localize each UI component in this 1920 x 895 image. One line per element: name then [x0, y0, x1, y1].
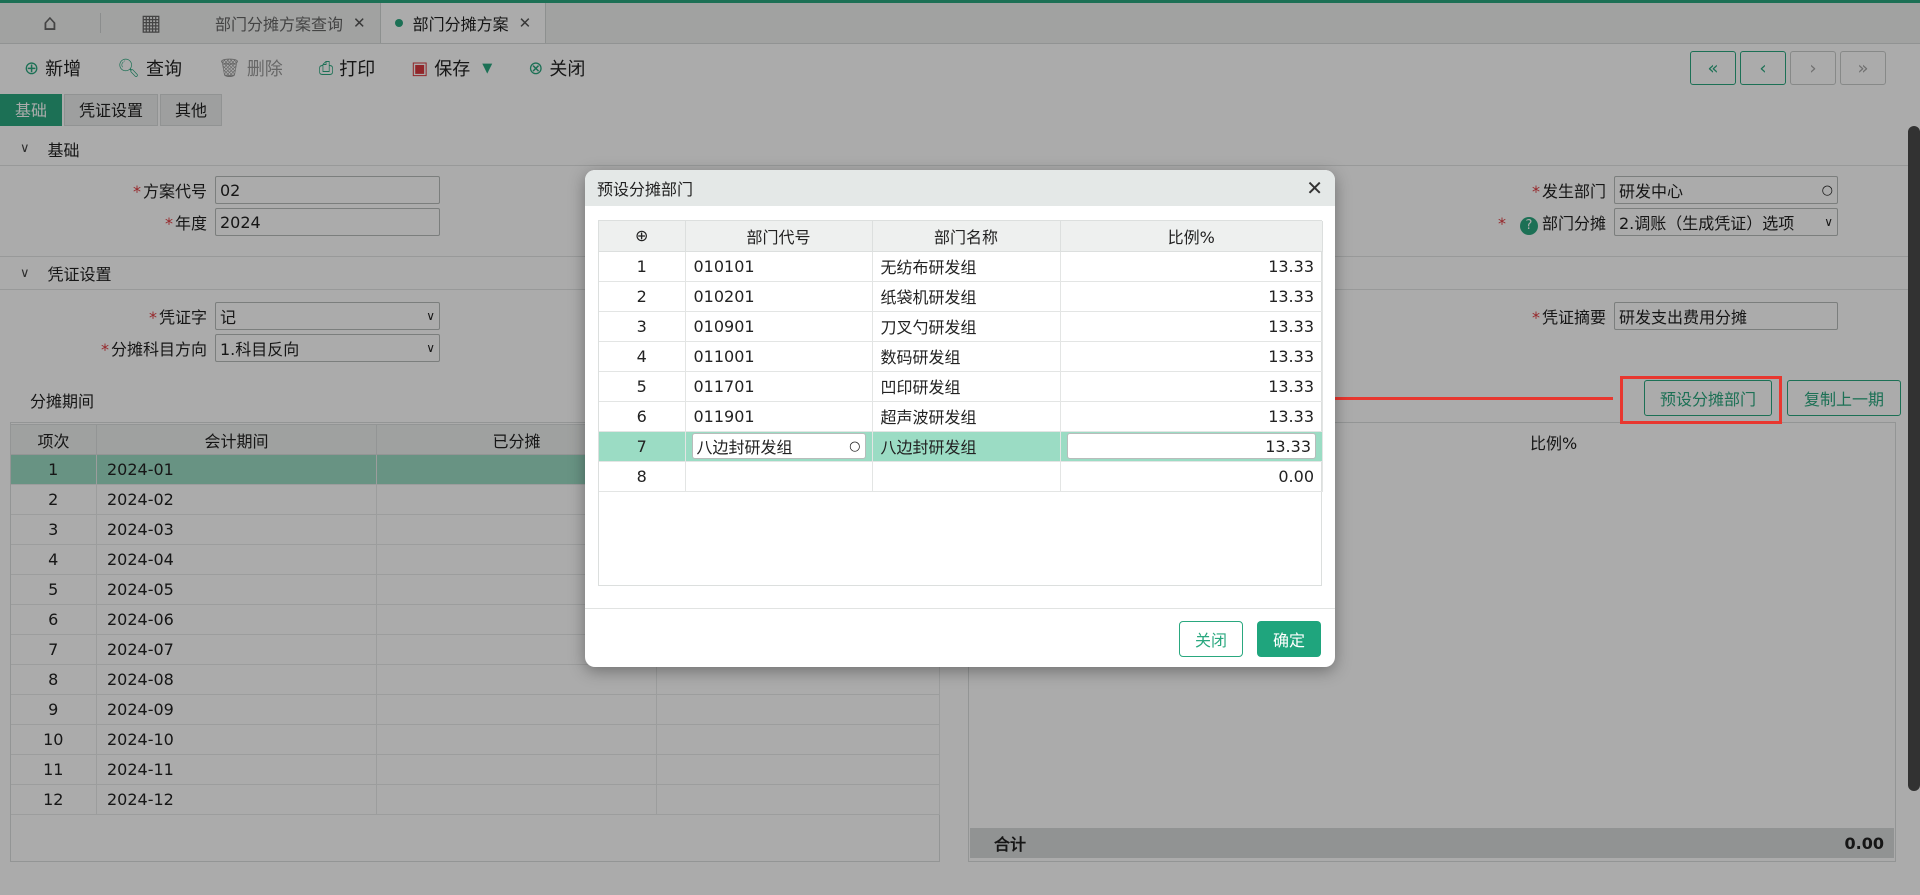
dept-name-cell: 超声波研发组	[872, 401, 1061, 432]
dialog-footer: 关闭 确定	[585, 608, 1335, 667]
ratio-cell: 13.33	[1060, 401, 1323, 432]
row-index: 6	[599, 401, 686, 432]
search-icon[interactable]: ○	[849, 439, 860, 454]
dept-row[interactable]: 1 010101 无纺布研发组 13.33	[599, 251, 1323, 282]
dept-row[interactable]: 3 010901 刀叉勺研发组 13.33	[599, 311, 1323, 342]
dept-code-cell: 010201	[685, 281, 873, 312]
annotation-highlight-box	[1620, 376, 1782, 424]
row-index: 7	[599, 431, 686, 462]
ratio-cell: 0.00	[1060, 461, 1323, 492]
dept-name-cell: 纸袋机研发组	[872, 281, 1061, 312]
row-index: 8	[599, 461, 686, 492]
col-header-name: 部门名称	[872, 221, 1061, 252]
dept-name-cell: 刀叉勺研发组	[872, 311, 1061, 342]
dept-code-cell: 010901	[685, 311, 873, 342]
ratio-cell: 13.33	[1060, 311, 1323, 342]
row-index: 5	[599, 371, 686, 402]
dept-code-cell: 011001	[685, 341, 873, 372]
ratio-cell: 13.33	[1060, 371, 1323, 402]
dialog-header: 预设分摊部门 ✕	[585, 170, 1335, 206]
dept-row[interactable]: 6 011901 超声波研发组 13.33	[599, 401, 1323, 432]
dialog-close-button[interactable]: 关闭	[1179, 621, 1243, 657]
col-header-ratio: 比例%	[1060, 221, 1323, 252]
add-row-icon[interactable]: ⊕	[599, 221, 686, 252]
ratio-input[interactable]: 13.33	[1066, 433, 1316, 459]
dialog-ok-button[interactable]: 确定	[1257, 621, 1321, 657]
col-header-code: 部门代号	[685, 221, 873, 252]
dept-table: ⊕ 部门代号 部门名称 比例% 1 010101 无纺布研发组 13.33 2 01020…	[599, 221, 1323, 492]
dept-name-cell: 数码研发组	[872, 341, 1061, 372]
dept-table-frame: ⊕ 部门代号 部门名称 比例% 1 010101 无纺布研发组 13.33 2 01020…	[598, 220, 1323, 586]
dept-code-cell: 010101	[685, 251, 873, 282]
row-index: 2	[599, 281, 686, 312]
dept-code-cell: 011701	[685, 371, 873, 402]
dept-name-cell: 凹印研发组	[872, 371, 1061, 402]
dept-name-cell: 无纺布研发组	[872, 251, 1061, 282]
row-index: 1	[599, 251, 686, 282]
dept-code-value: 八边封研发组	[696, 438, 793, 457]
annotation-arrow	[1328, 397, 1613, 400]
dept-row[interactable]: 7 八边封研发组 ○ 八边封研发组 13.33	[599, 431, 1323, 462]
close-icon[interactable]: ✕	[1306, 176, 1323, 200]
dept-row[interactable]: 2 010201 纸袋机研发组 13.33	[599, 281, 1323, 312]
dept-row[interactable]: 5 011701 凹印研发组 13.33	[599, 371, 1323, 402]
row-index: 4	[599, 341, 686, 372]
dialog-title: 预设分摊部门	[597, 180, 694, 199]
table-header: ⊕ 部门代号 部门名称 比例%	[599, 221, 1323, 252]
dept-name-cell: 八边封研发组	[872, 431, 1061, 462]
preset-dept-dialog: 预设分摊部门 ✕ ⊕ 部门代号 部门名称 比例% 1 010101 无纺布研发组 13…	[585, 170, 1335, 667]
dept-code-cell: 011901	[685, 401, 873, 432]
dept-code-cell	[685, 461, 873, 492]
ratio-cell: 13.33	[1060, 281, 1323, 312]
dept-code-input[interactable]: 八边封研发组 ○	[691, 433, 866, 459]
dept-row[interactable]: 4 011001 数码研发组 13.33	[599, 341, 1323, 372]
ratio-value: 13.33	[1265, 436, 1311, 456]
ratio-cell: 13.33	[1060, 251, 1323, 282]
dept-name-cell	[872, 461, 1061, 492]
ratio-cell: 13.33	[1060, 341, 1323, 372]
dept-row[interactable]: 8 0.00	[599, 461, 1323, 492]
row-index: 3	[599, 311, 686, 342]
